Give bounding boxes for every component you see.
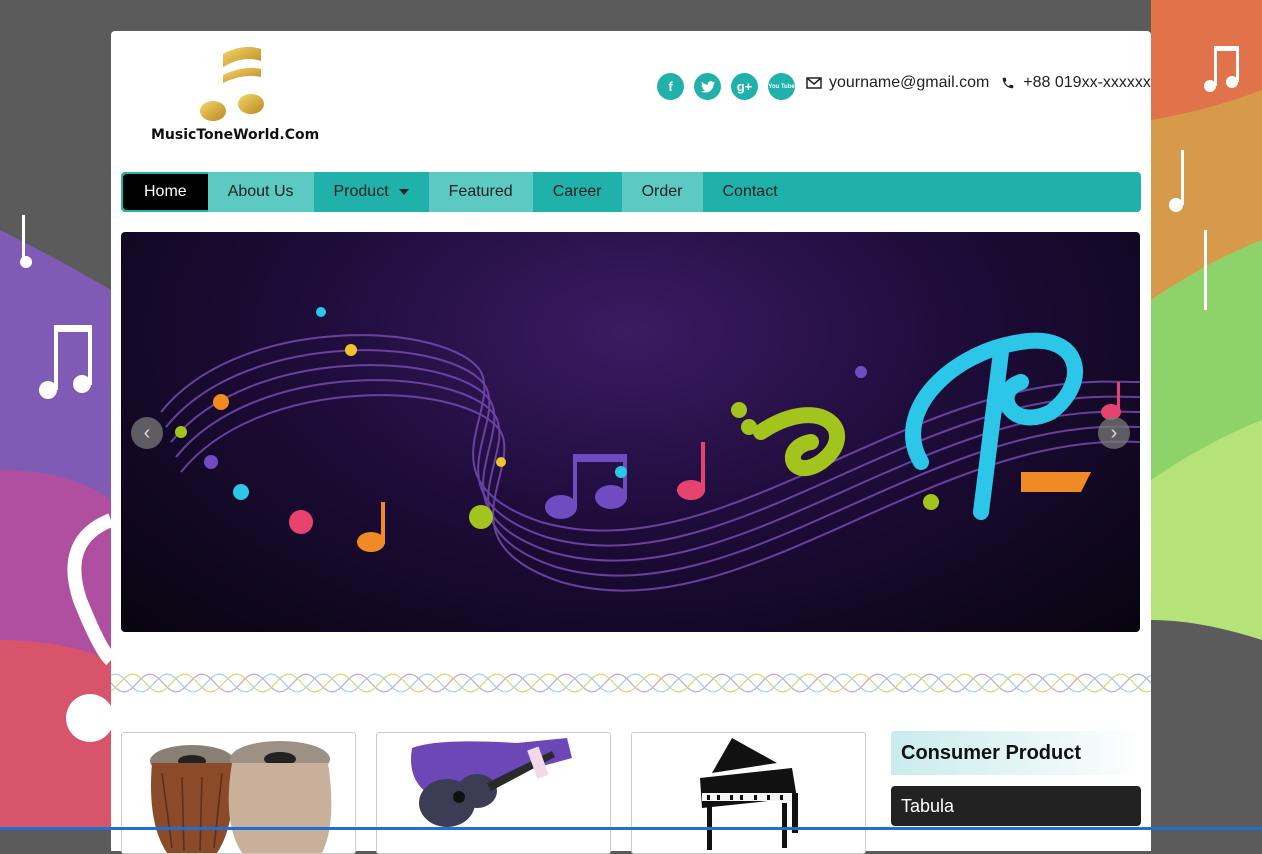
slider-next-button[interactable]: ›: [1098, 417, 1130, 449]
main-nav: Home About Us Product Featured Career Or…: [121, 172, 1141, 212]
nav-item-contact[interactable]: Contact: [703, 172, 798, 212]
google-plus-icon[interactable]: g+: [731, 73, 758, 100]
nav-label: Career: [552, 183, 602, 200]
wave-divider: [111, 673, 1151, 693]
nav-item-product[interactable]: Product: [314, 172, 429, 212]
piano-image: [700, 738, 798, 850]
consumer-product-sidebar: Consumer Product Tabula: [891, 731, 1141, 826]
sidebar-item-tabula[interactable]: Tabula: [891, 786, 1141, 826]
ukulele-image: [411, 738, 572, 827]
chevron-down-icon: [398, 189, 409, 195]
nav-item-order[interactable]: Order: [621, 172, 703, 212]
hero-slider[interactable]: ‹ ›: [121, 232, 1140, 632]
sidebar-heading: Consumer Product: [891, 731, 1141, 775]
product-card-tabla[interactable]: [121, 732, 356, 854]
phone-icon: [999, 74, 1017, 92]
contact-info: yourname@gmail.com +88 019xx-xxxxxx: [805, 74, 1151, 92]
page-container: MusicToneWorld.Com f g+ You Tube yournam…: [111, 31, 1151, 854]
slider-image: [160, 307, 1140, 592]
product-card-ukulele[interactable]: [376, 732, 611, 854]
nav-item-about-us[interactable]: About Us: [207, 172, 314, 212]
facebook-icon[interactable]: f: [657, 73, 684, 100]
nav-label: Home: [144, 183, 187, 200]
nav-item-featured[interactable]: Featured: [428, 172, 533, 212]
twitter-icon[interactable]: [694, 73, 721, 100]
envelope-icon: [805, 74, 823, 92]
nav-label: Featured: [448, 183, 513, 200]
youtube-icon[interactable]: You Tube: [768, 73, 795, 100]
tabla-image: [150, 741, 332, 853]
logo-text: MusicToneWorld.Com: [151, 127, 320, 143]
nav-label: Order: [641, 183, 683, 200]
nav-label: About Us: [227, 183, 294, 200]
slider-prev-button[interactable]: ‹: [131, 417, 163, 449]
social-links: f g+ You Tube: [657, 73, 795, 100]
nav-item-career[interactable]: Career: [533, 172, 622, 212]
nav-label: Contact: [722, 183, 778, 200]
email-text[interactable]: yourname@gmail.com: [829, 74, 989, 92]
product-card-piano[interactable]: [631, 732, 866, 854]
nav-item-home[interactable]: Home: [123, 174, 208, 210]
nav-label: Product: [333, 183, 389, 200]
phone-text: +88 019xx-xxxxxx: [1023, 74, 1151, 91]
